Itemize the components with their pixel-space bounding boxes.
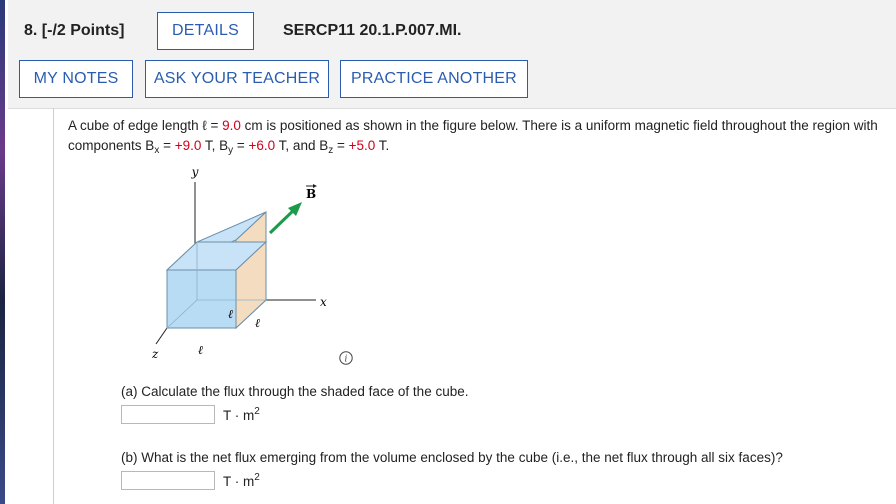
part-a-unit-base: T · m xyxy=(223,408,255,423)
part-a-unit: T · m2 xyxy=(223,406,260,423)
bz-value: +5.0 xyxy=(348,138,376,153)
practice-another-button[interactable]: PRACTICE ANOTHER xyxy=(340,60,528,98)
edge-label-width: ℓ xyxy=(255,316,260,330)
problem-text-3: = xyxy=(159,138,175,153)
part-b-unit-exp: 2 xyxy=(254,472,260,483)
x-axis-label: x xyxy=(320,295,327,309)
question-header: 8. [-/2 Points] DETAILS SERCP11 20.1.P.0… xyxy=(8,0,896,109)
content-left-border xyxy=(53,108,54,504)
problem-text-7: = xyxy=(333,138,349,153)
problem-text-4: T, B xyxy=(201,138,229,153)
z-axis xyxy=(155,327,168,345)
question-code: SERCP11 20.1.P.007.MI. xyxy=(283,22,462,39)
problem-text-6: T, and B xyxy=(275,138,329,153)
part-a-question: (a) Calculate the flux through the shade… xyxy=(121,384,469,399)
svg-text:i: i xyxy=(345,355,348,365)
bx-value: +9.0 xyxy=(174,138,202,153)
y-axis-label: y xyxy=(191,165,199,179)
info-icon[interactable]: i xyxy=(339,351,353,365)
left-edge-strip xyxy=(0,0,5,504)
part-a-unit-exp: 2 xyxy=(254,406,260,417)
question-number: 8. [-/2 Points] xyxy=(24,22,125,39)
left-edge-stripe xyxy=(0,0,5,504)
problem-intro: A cube of edge length ℓ = xyxy=(68,118,223,133)
problem-text-8: T. xyxy=(375,138,390,153)
part-b-unit: T · m2 xyxy=(223,472,260,489)
edge-label-front: ℓ xyxy=(198,343,203,357)
edge-label-depth: ℓ xyxy=(228,307,233,321)
z-axis-label: z xyxy=(151,347,159,361)
details-button[interactable]: DETAILS xyxy=(157,12,254,50)
part-b-answer-input[interactable] xyxy=(121,471,215,490)
cube-front-face xyxy=(166,269,237,329)
part-a-answer-input[interactable] xyxy=(121,405,215,424)
cube-figure: y x z ℓ ℓ ℓ B xyxy=(151,165,327,361)
edge-length-value: 9.0 xyxy=(222,118,241,133)
b-field-label: B xyxy=(306,187,316,201)
by-value: +6.0 xyxy=(248,138,276,153)
part-b-question: (b) What is the net flux emerging from t… xyxy=(121,450,783,465)
problem-statement: A cube of edge length ℓ = 9.0 cm is posi… xyxy=(68,116,878,161)
my-notes-button[interactable]: MY NOTES xyxy=(19,60,133,98)
part-b-unit-base: T · m xyxy=(223,474,255,489)
ask-teacher-button[interactable]: ASK YOUR TEACHER xyxy=(145,60,329,98)
problem-text-5: = xyxy=(233,138,249,153)
